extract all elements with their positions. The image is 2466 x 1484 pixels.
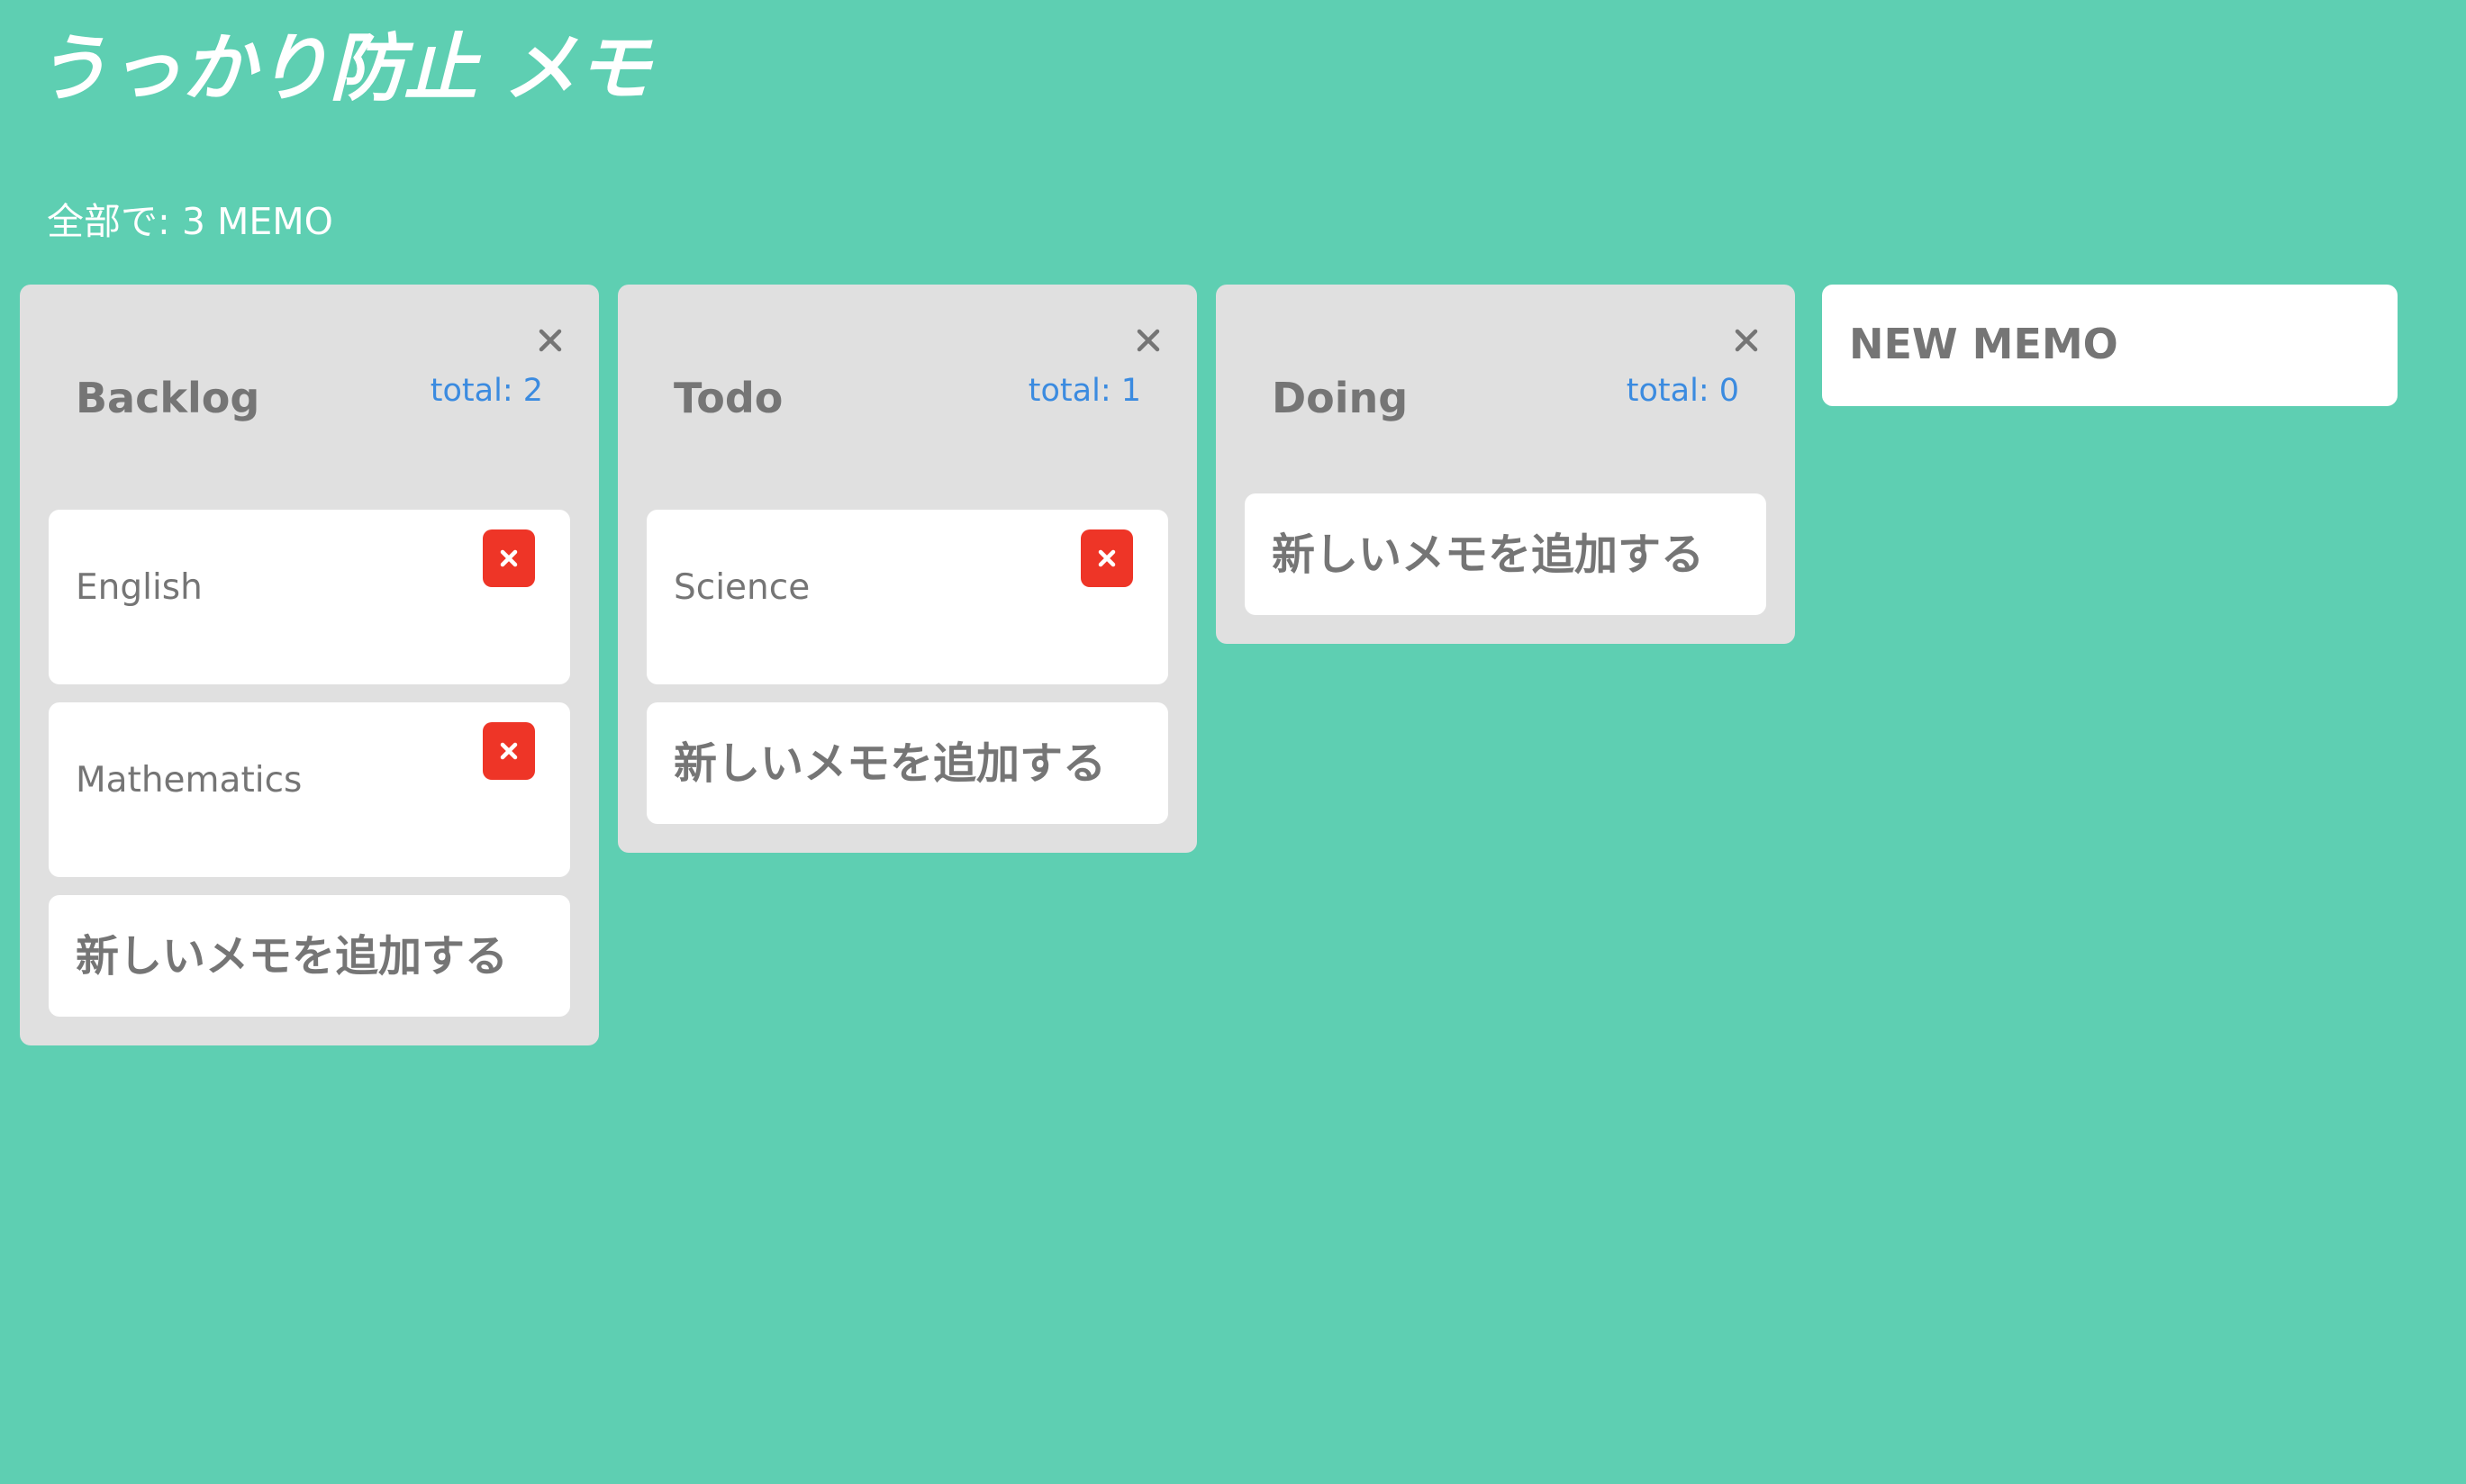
- memo-card-mathematics[interactable]: Mathematics: [49, 702, 570, 877]
- delete-icon[interactable]: [483, 529, 535, 587]
- close-icon[interactable]: [1129, 321, 1168, 360]
- column-total: total: 2: [430, 373, 543, 409]
- column-header: Todo total: 1: [647, 285, 1168, 510]
- column-title: Doing: [1272, 374, 1409, 422]
- close-icon[interactable]: [1727, 321, 1766, 360]
- column-title: Todo: [674, 374, 784, 422]
- add-memo-button[interactable]: 新しいメモを追加する: [647, 702, 1168, 824]
- column-total: total: 1: [1028, 373, 1141, 409]
- memo-text: English: [76, 567, 203, 608]
- new-memo-button[interactable]: NEW MEMO: [1822, 285, 2398, 406]
- add-memo-label: 新しいメモを追加する: [76, 931, 509, 982]
- column-backlog: Backlog total: 2 English Mathematics 新しい…: [20, 285, 599, 1045]
- board: Backlog total: 2 English Mathematics 新しい…: [20, 285, 2398, 1045]
- memo-card-english[interactable]: English: [49, 510, 570, 684]
- column-total: total: 0: [1626, 373, 1739, 409]
- delete-icon[interactable]: [483, 722, 535, 780]
- column-title: Backlog: [76, 374, 260, 422]
- app-title: うっかり防止 メモ: [34, 26, 651, 112]
- add-memo-label: 新しいメモを追加する: [674, 738, 1107, 789]
- column-doing: Doing total: 0 新しいメモを追加する: [1216, 285, 1795, 644]
- memo-card-science[interactable]: Science: [647, 510, 1168, 684]
- new-memo-label: NEW MEMO: [1849, 320, 2118, 368]
- memo-text: Mathematics: [76, 760, 303, 801]
- delete-icon[interactable]: [1081, 529, 1133, 587]
- add-memo-button[interactable]: 新しいメモを追加する: [49, 895, 570, 1017]
- column-todo: Todo total: 1 Science 新しいメモを追加する: [618, 285, 1197, 853]
- column-header: Doing total: 0: [1245, 285, 1766, 493]
- add-memo-button[interactable]: 新しいメモを追加する: [1245, 493, 1766, 615]
- add-memo-label: 新しいメモを追加する: [1272, 529, 1705, 580]
- memo-text: Science: [674, 567, 811, 608]
- memo-count-summary: 全部で: 3 MEMO: [47, 200, 333, 243]
- close-icon[interactable]: [530, 321, 570, 360]
- column-header: Backlog total: 2: [49, 285, 570, 510]
